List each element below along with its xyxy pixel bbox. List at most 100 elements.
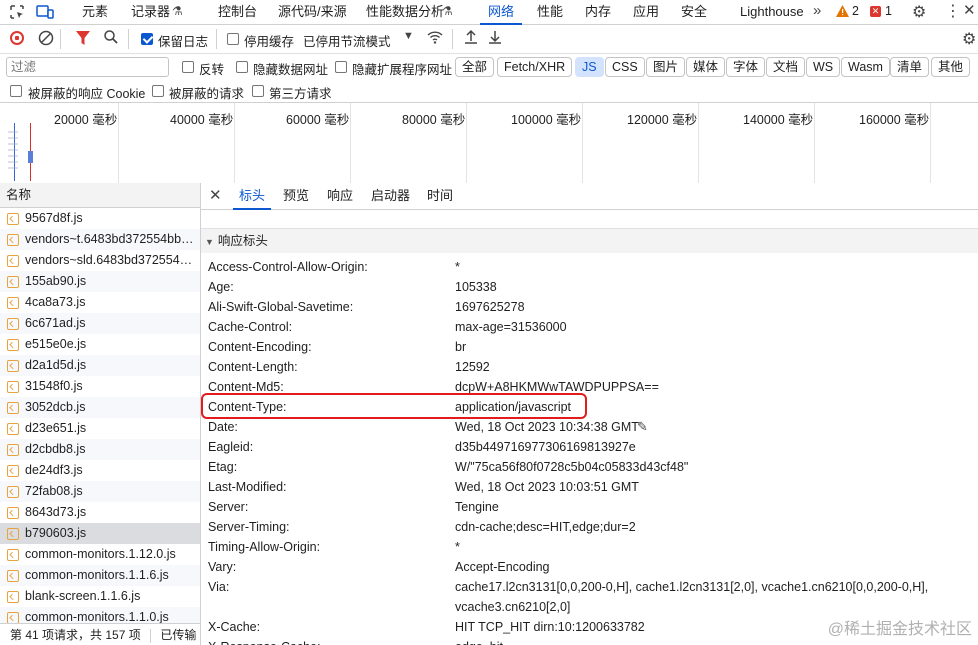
expand-triangle-icon[interactable]: ▼: [205, 237, 214, 247]
list-item[interactable]: common-monitors.1.12.0.js: [0, 544, 200, 565]
request-dots: [8, 131, 18, 171]
list-item[interactable]: 31548f0.js: [0, 376, 200, 397]
filter-type-manifest[interactable]: 清单: [890, 57, 930, 77]
tab-lighthouse[interactable]: Lighthouse: [740, 0, 804, 24]
list-item[interactable]: 3052dcb.js: [0, 397, 200, 418]
file-name: 8643d73.js: [25, 505, 87, 519]
third-party-label[interactable]: 第三方请求: [269, 83, 332, 102]
list-item[interactable]: 155ab90.js: [0, 271, 200, 292]
filter-type-media[interactable]: 媒体: [686, 57, 726, 77]
filter-type-css[interactable]: CSS: [605, 57, 645, 77]
blocked-requests-label[interactable]: 被屏蔽的请求: [169, 83, 244, 102]
blocked-cookies-label[interactable]: 被屏蔽的响应 Cookie: [28, 83, 145, 102]
filter-type-doc[interactable]: 文档: [766, 57, 806, 77]
warning-count[interactable]: 2: [852, 4, 859, 18]
filter-bar-secondary: 被屏蔽的响应 Cookie 被屏蔽的请求 第三方请求: [0, 80, 978, 103]
preserve-log-checkbox[interactable]: [141, 33, 153, 45]
error-icon[interactable]: ✕: [870, 6, 881, 17]
tab-console[interactable]: 控制台: [218, 0, 257, 24]
header-value: 12592: [455, 360, 490, 374]
third-party-checkbox[interactable]: [252, 85, 264, 97]
blocked-requests-checkbox[interactable]: [152, 85, 164, 97]
file-name: d23e651.js: [25, 421, 87, 435]
watermark: @稀土掘金技术社区: [827, 621, 972, 638]
hide-extension-urls-label[interactable]: 隐藏扩展程序网址: [352, 59, 452, 78]
header-value: Accept-Encoding: [455, 560, 550, 574]
export-har-icon[interactable]: [488, 29, 502, 48]
list-item[interactable]: vendors~sld.6483bd372554b…: [0, 250, 200, 271]
timeline-label: 120000 毫秒: [627, 113, 698, 127]
inspect-element-icon[interactable]: [8, 3, 26, 21]
filter-icon[interactable]: [76, 30, 90, 49]
list-item[interactable]: 4ca8a73.js: [0, 292, 200, 313]
clear-icon[interactable]: [38, 30, 54, 49]
tab-network[interactable]: 网络: [479, 0, 523, 25]
list-item[interactable]: common-monitors.1.1.6.js: [0, 565, 200, 586]
response-headers-section[interactable]: ▼ 响应标头: [201, 228, 978, 253]
section-title: 响应标头: [217, 234, 268, 248]
disable-cache-label[interactable]: 停用缓存: [244, 31, 294, 50]
list-item[interactable]: b790603.js: [0, 523, 200, 544]
filter-type-js[interactable]: JS: [575, 57, 604, 77]
edit-pencil-icon[interactable]: ✎: [637, 419, 648, 435]
invert-checkbox[interactable]: [182, 61, 194, 73]
invert-label[interactable]: 反转: [199, 59, 224, 78]
hide-data-urls-checkbox[interactable]: [236, 61, 248, 73]
device-toolbar-icon[interactable]: [36, 3, 54, 21]
filter-input[interactable]: [6, 57, 169, 77]
more-options-icon[interactable]: ⋮: [945, 1, 961, 21]
filter-type-img[interactable]: 图片: [646, 57, 686, 77]
list-item[interactable]: de24df3.js: [0, 460, 200, 481]
list-item[interactable]: 6c671ad.js: [0, 313, 200, 334]
warning-icon[interactable]: [836, 5, 849, 20]
list-item[interactable]: 9567d8f.js: [0, 208, 200, 229]
close-devtools-icon[interactable]: ✕: [963, 1, 976, 19]
tab-recorder[interactable]: 记录器: [131, 0, 170, 24]
hide-data-urls-label[interactable]: 隐藏数据网址: [253, 59, 328, 78]
tab-sources[interactable]: 源代码/来源: [278, 0, 347, 24]
error-count[interactable]: 1: [885, 4, 892, 18]
list-item[interactable]: e515e0e.js: [0, 334, 200, 355]
network-overview-timeline[interactable]: 20000 毫秒 40000 毫秒 60000 毫秒 80000 毫秒 1000…: [0, 103, 978, 184]
script-file-icon: [7, 548, 19, 561]
script-file-icon: [7, 590, 19, 603]
filter-type-wasm[interactable]: Wasm: [841, 57, 890, 77]
file-name: 72fab08.js: [25, 484, 83, 498]
filter-type-all[interactable]: 全部: [455, 57, 495, 77]
list-item[interactable]: d2a1d5d.js: [0, 355, 200, 376]
list-item[interactable]: blank-screen.1.1.6.js: [0, 586, 200, 607]
settings-gear-icon[interactable]: ⚙: [912, 2, 926, 22]
list-item[interactable]: d2cbdb8.js: [0, 439, 200, 460]
hide-extension-urls-checkbox[interactable]: [335, 61, 347, 73]
network-conditions-icon[interactable]: [426, 29, 444, 48]
tab-elements[interactable]: 元素: [82, 0, 108, 24]
list-item[interactable]: 8643d73.js: [0, 502, 200, 523]
tab-performance-insights[interactable]: 性能数据分析: [366, 0, 444, 24]
tab-performance[interactable]: 性能: [537, 0, 563, 24]
list-item[interactable]: d23e651.js: [0, 418, 200, 439]
network-settings-gear-icon[interactable]: ⚙: [962, 29, 976, 49]
filter-type-other[interactable]: 其他: [931, 57, 971, 77]
name-column-header[interactable]: 名称: [0, 183, 200, 208]
filter-type-fetch-xhr[interactable]: Fetch/XHR: [497, 57, 573, 77]
import-har-icon[interactable]: [464, 29, 478, 48]
filter-type-ws[interactable]: WS: [806, 57, 841, 77]
timeline-label: 160000 毫秒: [859, 113, 930, 127]
list-item[interactable]: vendors~t.6483bd372554bb…: [0, 229, 200, 250]
filter-type-font[interactable]: 字体: [726, 57, 766, 77]
more-tabs-icon[interactable]: »: [813, 2, 821, 19]
header-value: *: [455, 260, 460, 274]
record-stop-icon[interactable]: [10, 31, 24, 45]
throttling-select[interactable]: 已停用节流模式: [303, 31, 391, 50]
tab-memory[interactable]: 内存: [585, 0, 611, 24]
header-key: Date:: [208, 420, 238, 434]
preserve-log-label[interactable]: 保留日志: [158, 31, 208, 50]
tab-application[interactable]: 应用: [633, 0, 659, 24]
chevron-down-icon[interactable]: ▼: [403, 30, 414, 42]
tab-security[interactable]: 安全: [681, 0, 707, 24]
script-file-icon: [7, 359, 19, 372]
blocked-cookies-checkbox[interactable]: [10, 85, 22, 97]
disable-cache-checkbox[interactable]: [227, 33, 239, 45]
list-item[interactable]: 72fab08.js: [0, 481, 200, 502]
search-icon[interactable]: [103, 29, 119, 48]
